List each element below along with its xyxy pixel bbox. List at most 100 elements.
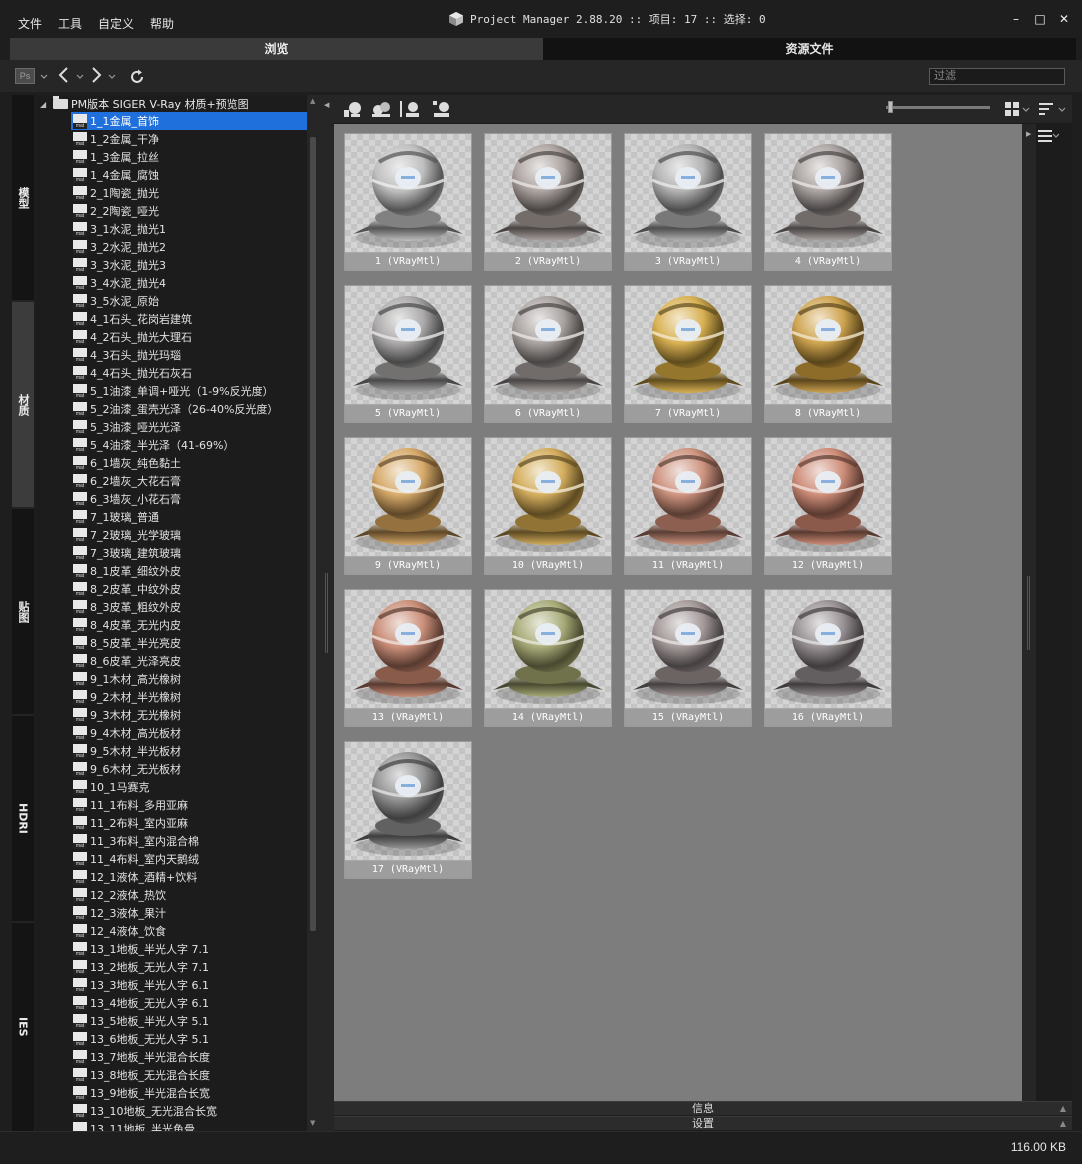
material-grid-icon[interactable] [430, 99, 452, 119]
side-tab-ies[interactable]: IES [12, 923, 34, 1131]
material-thumbnail[interactable]: 5 (VRayMtl) [344, 285, 472, 423]
tree-item[interactable]: 1_3金属_拉丝 [71, 148, 320, 166]
side-tab-models[interactable]: 模型 [12, 95, 34, 300]
tree-item[interactable]: 7_1玻璃_普通 [71, 508, 320, 526]
forward-dropdown-icon[interactable] [108, 72, 116, 80]
tree-item[interactable]: 12_4液体_饮食 [71, 922, 320, 940]
tree-item[interactable]: 4_1石头_花岗岩建筑 [71, 310, 320, 328]
tree-item[interactable]: 6_3墙灰_小花石膏 [71, 490, 320, 508]
tree-item[interactable]: 13_2地板_无光人字 7.1 [71, 958, 320, 976]
material-thumbnail[interactable]: 13 (VRayMtl) [344, 589, 472, 727]
tab-browse[interactable]: 浏览 [10, 38, 543, 60]
forward-icon[interactable] [88, 66, 104, 84]
material-multi-icon[interactable] [370, 99, 392, 119]
tree-item[interactable]: 2_2陶瓷_哑光 [71, 202, 320, 220]
info-panel-header[interactable]: 信息 ▲ [334, 1101, 1072, 1115]
tree-scrollbar[interactable]: ▲ ▼ [307, 95, 320, 1131]
tree-item[interactable]: 1_4金属_腐蚀 [71, 166, 320, 184]
tree-item[interactable]: 3_1水泥_抛光1 [71, 220, 320, 238]
material-thumbnail[interactable]: 3 (VRayMtl) [624, 133, 752, 271]
material-add-icon[interactable] [342, 99, 364, 119]
menu-help[interactable]: 帮助 [142, 15, 182, 32]
tree-item[interactable]: 4_3石头_抛光玛瑙 [71, 346, 320, 364]
scroll-up-icon[interactable]: ▲ [310, 97, 315, 105]
right-splitter[interactable]: ▶ [1022, 124, 1036, 1101]
menu-tools[interactable]: 工具 [50, 15, 90, 32]
view-dropdown-icon[interactable] [1022, 105, 1030, 113]
tree-item[interactable]: 13_5地板_半光人字 5.1 [71, 1012, 320, 1030]
tree-item[interactable]: 11_3布料_室内混合棉 [71, 832, 320, 850]
menu-customize[interactable]: 自定义 [90, 15, 142, 32]
tree-item[interactable]: 13_8地板_无光混合长度 [71, 1066, 320, 1084]
tree-item[interactable]: 4_2石头_抛光大理石 [71, 328, 320, 346]
maximize-icon[interactable]: □ [1034, 12, 1046, 26]
tree-item[interactable]: 11_4布料_室内天鹅绒 [71, 850, 320, 868]
tree-root[interactable]: ◢ PM版本 SIGER V-Ray 材质+预览图 [40, 96, 249, 112]
material-link-icon[interactable] [400, 99, 422, 119]
expand-up-icon[interactable]: ▲ [1060, 1117, 1066, 1130]
tree-item[interactable]: 8_4皮革_无光内皮 [71, 616, 320, 634]
material-thumbnail[interactable]: 6 (VRayMtl) [484, 285, 612, 423]
material-thumbnail[interactable]: 10 (VRayMtl) [484, 437, 612, 575]
tree-item[interactable]: 4_4石头_抛光石灰石 [71, 364, 320, 382]
menu-file[interactable]: 文件 [10, 15, 50, 32]
list-options-icon[interactable] [1037, 128, 1059, 144]
tree-item[interactable]: 12_3液体_果汁 [71, 904, 320, 922]
material-thumbnail[interactable]: 14 (VRayMtl) [484, 589, 612, 727]
tree-item[interactable]: 8_1皮革_细纹外皮 [71, 562, 320, 580]
material-thumbnail[interactable]: 1 (VRayMtl) [344, 133, 472, 271]
settings-panel-header[interactable]: 设置 ▲ [334, 1116, 1072, 1130]
material-thumbnail[interactable]: 17 (VRayMtl) [344, 741, 472, 879]
tree-item[interactable]: 6_2墙灰_大花石膏 [71, 472, 320, 490]
material-thumbnail[interactable]: 9 (VRayMtl) [344, 437, 472, 575]
ps-dropdown-icon[interactable] [40, 72, 48, 80]
tree-item[interactable]: 13_3地板_半光人字 6.1 [71, 976, 320, 994]
splitter-grip[interactable] [325, 573, 328, 653]
sort-dropdown-icon[interactable] [1058, 105, 1066, 113]
tree-item[interactable]: 9_6木材_无光板材 [71, 760, 320, 778]
tree-item[interactable]: 9_1木材_高光橡树 [71, 670, 320, 688]
close-icon[interactable]: ✕ [1058, 12, 1070, 26]
tree-item[interactable]: 3_3水泥_抛光3 [71, 256, 320, 274]
tree-item[interactable]: 11_2布料_室内亚麻 [71, 814, 320, 832]
tree-item[interactable]: 8_2皮革_中纹外皮 [71, 580, 320, 598]
material-thumbnail[interactable]: 11 (VRayMtl) [624, 437, 752, 575]
tree-item[interactable]: 10_1马赛克 [71, 778, 320, 796]
tree-item[interactable]: 13_1地板_半光人字 7.1 [71, 940, 320, 958]
filter-input[interactable]: 过滤 [929, 68, 1065, 85]
thumbnail-size-slider[interactable] [886, 106, 990, 109]
tree-item[interactable]: 2_1陶瓷_抛光 [71, 184, 320, 202]
tree-item[interactable]: 1_2金属_干净 [71, 130, 320, 148]
tree-item[interactable]: 7_3玻璃_建筑玻璃 [71, 544, 320, 562]
tree-item[interactable]: 11_1布料_多用亚麻 [71, 796, 320, 814]
tree-item[interactable]: 13_10地板_无光混合长宽 [71, 1102, 320, 1120]
tree-scroll-thumb[interactable] [310, 137, 316, 931]
tree-item[interactable]: 8_5皮革_半光亮皮 [71, 634, 320, 652]
tree-item[interactable]: 9_3木材_无光橡树 [71, 706, 320, 724]
material-thumbnail[interactable]: 15 (VRayMtl) [624, 589, 752, 727]
tree-item[interactable]: 12_1液体_酒精+饮料 [71, 868, 320, 886]
tree-item[interactable]: 13_9地板_半光混合长宽 [71, 1084, 320, 1102]
tree-item[interactable]: 5_3油漆_哑光光泽 [71, 418, 320, 436]
back-dropdown-icon[interactable] [76, 72, 84, 80]
tree-item[interactable]: 1_1金属_首饰 [71, 112, 320, 130]
tree-item[interactable]: 8_6皮革_光泽亮皮 [71, 652, 320, 670]
material-thumbnail[interactable]: 4 (VRayMtl) [764, 133, 892, 271]
expand-right-icon[interactable]: ▶ [1026, 130, 1031, 138]
back-icon[interactable] [56, 66, 72, 84]
tree-item[interactable]: 5_4油漆_半光泽（41-69%） [71, 436, 320, 454]
scroll-down-icon[interactable]: ▼ [310, 1119, 315, 1127]
material-thumbnail[interactable]: 8 (VRayMtl) [764, 285, 892, 423]
tree-item[interactable]: 13_7地板_半光混合长度 [71, 1048, 320, 1066]
material-thumbnail[interactable]: 16 (VRayMtl) [764, 589, 892, 727]
tree-item[interactable]: 3_5水泥_原始 [71, 292, 320, 310]
grid-view-icon[interactable] [1004, 101, 1020, 117]
tree-item[interactable]: 5_1油漆_单调+哑光（1-9%反光度） [71, 382, 320, 400]
tree-item[interactable]: 3_4水泥_抛光4 [71, 274, 320, 292]
expand-up-icon[interactable]: ▲ [1060, 1102, 1066, 1115]
minimize-icon[interactable]: – [1010, 12, 1022, 26]
tree-item[interactable]: 13_6地板_无光人字 5.1 [71, 1030, 320, 1048]
tree-item[interactable]: 9_4木材_高光板材 [71, 724, 320, 742]
tab-resource-files[interactable]: 资源文件 [543, 38, 1076, 60]
tree-item[interactable]: 13_11地板_半光鱼骨 [71, 1120, 320, 1131]
